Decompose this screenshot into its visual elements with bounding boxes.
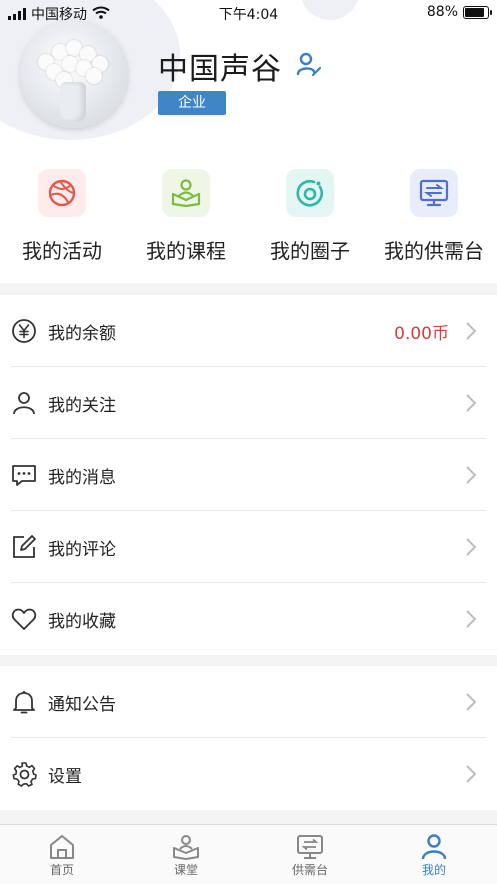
menu-row-notices[interactable]: 通知公告 bbox=[0, 666, 497, 738]
quick-my-circles[interactable]: 我的圈子 bbox=[248, 169, 372, 264]
basketball-icon bbox=[38, 169, 86, 217]
tab-supply-demand[interactable]: 供需台 bbox=[248, 833, 372, 878]
heart-icon bbox=[11, 606, 37, 632]
edit-profile-icon[interactable] bbox=[296, 51, 322, 81]
quick-actions: 我的活动 我的课程 我的圈子 我的供需台 bbox=[0, 145, 497, 283]
menu-row-comments[interactable]: 我的评论 bbox=[0, 511, 497, 583]
battery-icon bbox=[463, 5, 492, 19]
chevron-right-icon bbox=[465, 692, 477, 716]
chevron-right-icon bbox=[465, 465, 477, 489]
menu-row-follows[interactable]: 我的关注 bbox=[0, 367, 497, 439]
edit-note-icon bbox=[11, 534, 37, 560]
tab-classroom[interactable]: 课堂 bbox=[124, 833, 248, 878]
bell-icon bbox=[11, 689, 37, 715]
yen-icon bbox=[11, 318, 37, 344]
chevron-right-icon bbox=[465, 764, 477, 788]
quick-my-supply-demand[interactable]: 我的供需台 bbox=[372, 169, 496, 264]
gear-icon bbox=[11, 761, 37, 787]
person-icon bbox=[372, 833, 496, 861]
monitor-icon bbox=[410, 169, 458, 217]
menu-label: 设置 bbox=[48, 767, 82, 787]
tab-label: 课堂 bbox=[173, 863, 198, 877]
classroom-icon bbox=[124, 833, 248, 861]
status-bar: 中国移动 下午4:04 88% bbox=[0, 0, 497, 26]
chevron-right-icon bbox=[465, 537, 477, 561]
menu-row-settings[interactable]: 设置 bbox=[0, 738, 497, 810]
tab-label: 首页 bbox=[49, 863, 74, 877]
menu-label: 我的消息 bbox=[48, 468, 116, 488]
tab-label: 我的 bbox=[421, 863, 446, 877]
battery-percent: 88% bbox=[426, 4, 458, 20]
menu-label: 通知公告 bbox=[48, 695, 116, 715]
menu-row-favorites[interactable]: 我的收藏 bbox=[0, 583, 497, 655]
quick-label: 我的课程 bbox=[146, 239, 226, 263]
menu-main: 我的余额 0.00币 我的关注 我的消息 我的评论 我的收藏 bbox=[0, 295, 497, 655]
account-type-badge: 企业 bbox=[158, 91, 226, 115]
circle-icon bbox=[286, 169, 334, 217]
chevron-right-icon bbox=[465, 393, 477, 417]
quick-label: 我的圈子 bbox=[270, 239, 350, 263]
avatar[interactable] bbox=[20, 20, 128, 128]
menu-secondary: 通知公告 设置 bbox=[0, 666, 497, 810]
tab-label: 供需台 bbox=[291, 863, 328, 877]
chevron-right-icon bbox=[465, 321, 477, 345]
avatar-vase bbox=[60, 82, 86, 122]
menu-label: 我的收藏 bbox=[48, 612, 116, 632]
message-icon bbox=[11, 462, 37, 488]
balance-value: 0.00币 bbox=[394, 324, 449, 344]
menu-label: 我的评论 bbox=[48, 540, 116, 560]
menu-label: 我的余额 bbox=[48, 324, 116, 344]
clock: 下午4:04 bbox=[218, 7, 279, 23]
person-icon bbox=[11, 390, 37, 416]
quick-my-courses[interactable]: 我的课程 bbox=[124, 169, 248, 264]
tab-home[interactable]: 首页 bbox=[0, 833, 124, 878]
quick-my-activities[interactable]: 我的活动 bbox=[0, 169, 124, 264]
profile-name: 中国声谷 bbox=[158, 52, 282, 87]
bottom-tab-bar: 首页 课堂 供需台 我的 bbox=[0, 824, 497, 884]
quick-label: 我的活动 bbox=[22, 239, 102, 263]
menu-row-messages[interactable]: 我的消息 bbox=[0, 439, 497, 511]
monitor-icon bbox=[248, 833, 372, 861]
tab-mine[interactable]: 我的 bbox=[372, 833, 496, 878]
menu-row-balance[interactable]: 我的余额 0.00币 bbox=[0, 295, 497, 367]
home-icon bbox=[0, 833, 124, 861]
quick-label: 我的供需台 bbox=[384, 239, 484, 263]
menu-label: 我的关注 bbox=[48, 396, 116, 416]
course-icon bbox=[162, 169, 210, 217]
chevron-right-icon bbox=[465, 609, 477, 633]
avatar-flowers bbox=[34, 38, 114, 88]
